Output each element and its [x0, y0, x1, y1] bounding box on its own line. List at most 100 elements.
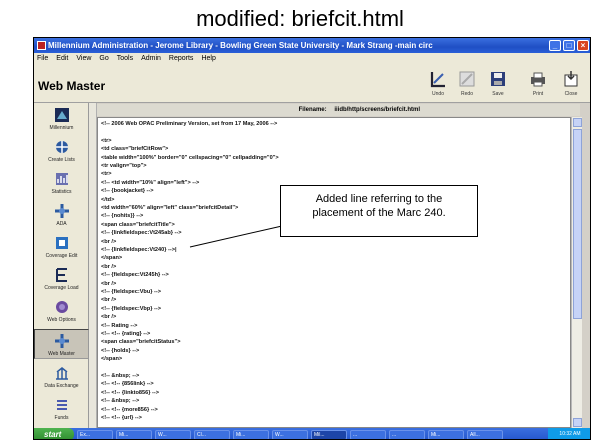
scroll-down-arrow[interactable]	[573, 418, 582, 427]
sidebar-item-web-master[interactable]: Web Master	[34, 329, 89, 359]
code-line: </span>	[101, 255, 123, 262]
code-line: <!-- {holds} -->	[101, 347, 140, 354]
menu-go[interactable]: Go	[99, 53, 108, 65]
undo-icon	[430, 72, 445, 88]
menu-reports[interactable]: Reports	[169, 53, 194, 65]
sidebar-item-create-lists[interactable]: Create Lists	[34, 139, 89, 163]
redo-button[interactable]: Redo	[453, 69, 481, 97]
close-window-button[interactable]: ×	[577, 40, 589, 51]
filename-bar: Filename: iiidb/http/screens/briefcit.ht…	[97, 104, 580, 116]
sidebar-item-label: Coverage Edit	[45, 253, 78, 259]
sidebar-item-label: Coverage Load	[44, 285, 79, 291]
code-line: <tr>	[101, 137, 112, 144]
ada-icon	[54, 204, 69, 218]
print-label: Print	[532, 91, 544, 97]
menu-view[interactable]: View	[76, 53, 91, 65]
taskbar-item[interactable]: All...	[467, 429, 503, 439]
minimize-button[interactable]: _	[549, 40, 561, 51]
sidebar-item-ada[interactable]: ADA	[34, 203, 89, 227]
taskbar-item[interactable]: W...	[272, 429, 308, 439]
coverage-edit-icon	[55, 237, 68, 249]
code-line: <br />	[101, 314, 117, 321]
system-tray-clock: 10:32 AM	[548, 428, 590, 439]
window-title: Millennium Administration - Jerome Libra…	[48, 41, 433, 50]
code-line: <!-- <!-- {url} -->	[101, 415, 142, 421]
sidebar-item-statistics[interactable]: Statistics	[34, 171, 89, 195]
sidebar-item-funds[interactable]: Funds	[34, 397, 89, 421]
close-label: Close	[564, 91, 578, 97]
maximize-button[interactable]: □	[563, 40, 575, 51]
taskbar-item[interactable]: W...	[155, 429, 191, 439]
code-line: <!-- {linkfieldspec:Vt245ab} -->	[101, 230, 182, 237]
sidebar: Millennium Create Lists Statistics ADA C…	[34, 103, 89, 428]
sidebar-item-label: Data Exchange	[44, 383, 79, 389]
application-screenshot: Millennium Administration - Jerome Libra…	[33, 37, 591, 440]
code-line: <tr valign="top">	[101, 163, 147, 169]
code-line: <!-- Rating -->	[101, 322, 138, 329]
code-line: <!-- 2006 Web OPAC Preliminary Version, …	[101, 121, 278, 127]
code-line: <br />	[101, 280, 117, 287]
sidebar-item-label: Web Master	[48, 351, 75, 357]
taskbar-item[interactable]: Mi...	[428, 429, 464, 439]
window-titlebar[interactable]: Millennium Administration - Jerome Libra…	[34, 38, 590, 53]
code-line: <!-- <td width="10%" align="left"> -->	[101, 179, 200, 186]
taskbar-item[interactable]: Cl...	[194, 429, 230, 439]
coverage-load-icon	[55, 268, 67, 282]
close-icon	[564, 71, 578, 87]
undo-button[interactable]: Undo	[424, 69, 452, 97]
code-line: <br />	[101, 238, 117, 245]
sidebar-item-label: Funds	[54, 415, 69, 421]
code-line: <span class="briefcitStatus">	[101, 339, 181, 346]
sidebar-item-millennium[interactable]: Millennium	[34, 107, 89, 131]
create-lists-icon	[55, 141, 68, 153]
sidebar-item-web-options[interactable]: Web Options	[34, 299, 89, 323]
close-button[interactable]: Close	[557, 69, 585, 97]
taskbar: start Ex... Mi... W... Cl... Mi... W... …	[34, 428, 590, 439]
taskbar-item[interactable]: Ex...	[77, 429, 113, 439]
sidebar-item-label: Create Lists	[48, 157, 75, 163]
filename-label: Filename:	[298, 107, 327, 113]
sidebar-item-data-exchange[interactable]: Data Exchange	[34, 365, 89, 389]
taskbar-item[interactable]: ...	[389, 429, 425, 439]
taskbar-item[interactable]: Mi...	[233, 429, 269, 439]
taskbar-item[interactable]: ...	[350, 429, 386, 439]
code-line: <!-- {bookjacket} -->	[101, 188, 154, 195]
scroll-thumb[interactable]	[573, 129, 582, 319]
code-line: <br />	[101, 263, 117, 270]
menu-tools[interactable]: Tools	[117, 53, 133, 65]
code-line: <!-- {fieldspec:Vt245h} -->	[101, 272, 169, 279]
save-button[interactable]: Save	[484, 69, 512, 97]
menu-edit[interactable]: Edit	[56, 53, 68, 65]
sidebar-scrollbar[interactable]	[89, 103, 97, 428]
web-master-icon	[54, 334, 69, 348]
app-icon	[37, 41, 46, 50]
editor-vertical-scrollbar[interactable]	[571, 117, 582, 428]
taskbar-item-active[interactable]: Mil...	[311, 429, 347, 439]
undo-label: Undo	[432, 91, 444, 97]
menu-help[interactable]: Help	[201, 53, 215, 65]
code-line: <!-- <!-- {rating} -->	[101, 331, 151, 337]
scroll-up-arrow[interactable]	[573, 118, 582, 127]
menu-admin[interactable]: Admin	[141, 53, 161, 65]
code-line: <!-- {fieldspec:Vbp} -->	[101, 305, 161, 312]
toolbar: Web Master Undo Redo Save Print Close	[34, 65, 590, 103]
code-line: <!-- {nohits}} -->	[101, 213, 144, 220]
sidebar-item-coverage-edit[interactable]: Coverage Edit	[34, 235, 89, 259]
menu-file[interactable]: File	[37, 53, 48, 65]
code-line: <td class="briefCitRow">	[101, 146, 169, 153]
print-button[interactable]: Print	[524, 69, 552, 97]
data-exchange-icon	[55, 367, 68, 380]
funds-icon	[56, 400, 67, 410]
code-line: <!-- <!-- {856link} -->	[101, 381, 154, 388]
code-editor[interactable]: <!-- 2006 Web OPAC Preliminary Version, …	[97, 117, 571, 428]
sidebar-item-label: Web Options	[47, 317, 76, 323]
sidebar-item-label: Millennium	[49, 125, 74, 131]
taskbar-item[interactable]: Mi...	[116, 429, 152, 439]
web-options-icon	[55, 301, 68, 313]
sidebar-item-coverage-load[interactable]: Coverage Load	[34, 267, 89, 291]
statistics-icon	[55, 173, 68, 185]
callout-text-line-1: Added line referring to the	[315, 193, 443, 205]
sidebar-item-label: ADA	[56, 221, 67, 227]
start-button[interactable]: start	[34, 428, 74, 439]
filename-value: iiidb/http/screens/briefcit.html	[334, 107, 420, 113]
